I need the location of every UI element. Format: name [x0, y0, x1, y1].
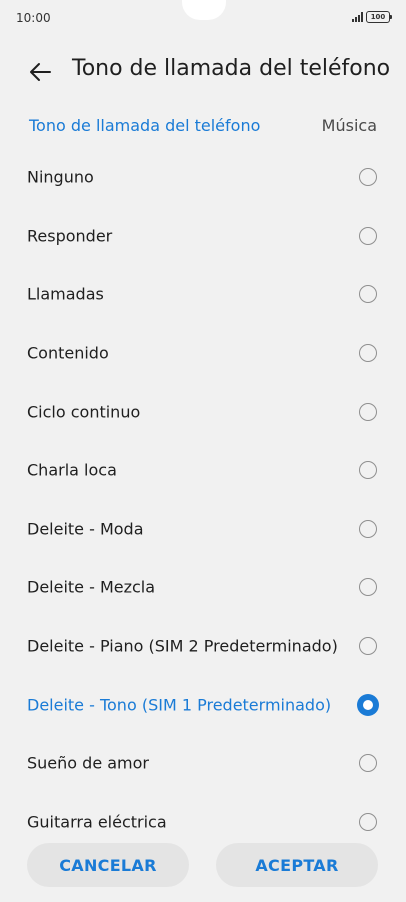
- radio-unselected-icon[interactable]: [359, 402, 377, 421]
- ringtone-item[interactable]: Llamadas: [0, 265, 406, 324]
- ringtone-item[interactable]: Deleite - Mezcla: [0, 558, 406, 617]
- ringtone-item[interactable]: Deleite - Piano (SIM 2 Predeterminado): [0, 617, 406, 676]
- ringtone-label: Ciclo continuo: [27, 402, 141, 422]
- ringtone-item[interactable]: Contenido: [0, 324, 406, 383]
- ringtone-label: Ninguno: [27, 167, 94, 187]
- ringtone-item[interactable]: Sueño de amor: [0, 734, 406, 793]
- page-title: Tono de llamada del teléfono: [72, 56, 391, 81]
- radio-unselected-icon[interactable]: [359, 578, 377, 597]
- ringtone-label: Deleite - Piano (SIM 2 Predeterminado): [27, 636, 338, 656]
- radio-unselected-icon[interactable]: [359, 226, 377, 245]
- camera-notch: [182, 0, 226, 20]
- radio-unselected-icon[interactable]: [359, 637, 377, 656]
- battery-icon: 100: [366, 11, 392, 23]
- arrow-left-icon: [30, 63, 51, 81]
- cancel-button[interactable]: CANCELAR: [27, 843, 189, 887]
- radio-unselected-icon[interactable]: [359, 519, 377, 538]
- status-icons: 100: [352, 11, 392, 23]
- ringtone-item[interactable]: Deleite - Moda: [0, 500, 406, 559]
- status-time: 10:00: [16, 11, 51, 25]
- signal-icon: [352, 12, 363, 22]
- ringtone-label: Contenido: [27, 343, 109, 363]
- status-bar: 10:00 100: [0, 0, 406, 36]
- tab-phone-ringtone[interactable]: Tono de llamada del teléfono: [29, 116, 260, 135]
- ringtone-item[interactable]: Charla loca: [0, 441, 406, 500]
- accept-button[interactable]: ACEPTAR: [216, 843, 378, 887]
- app-header: Tono de llamada del teléfono: [0, 50, 406, 94]
- radio-unselected-icon[interactable]: [359, 344, 377, 363]
- ringtone-list: Ninguno Responder Llamadas Contenido Ciclo c…: [0, 148, 406, 851]
- ringtone-item[interactable]: Deleite - Tono (SIM 1 Predeterminado): [0, 675, 406, 734]
- back-button[interactable]: [24, 58, 56, 86]
- tab-music[interactable]: Música: [322, 116, 377, 135]
- ringtone-label: Sueño de amor: [27, 753, 149, 773]
- ringtone-label: Responder: [27, 226, 113, 246]
- ringtone-item[interactable]: Ciclo continuo: [0, 382, 406, 441]
- radio-unselected-icon[interactable]: [359, 285, 377, 304]
- radio-selected-icon[interactable]: [357, 693, 379, 716]
- radio-unselected-icon[interactable]: [359, 754, 377, 773]
- ringtone-label: Deleite - Moda: [27, 519, 144, 539]
- screen: 10:00 100 Tono de llamada del teléfono T…: [0, 0, 406, 902]
- ringtone-label: Guitarra eléctrica: [27, 812, 167, 832]
- radio-unselected-icon[interactable]: [359, 168, 377, 187]
- button-bar: CANCELAR ACEPTAR: [0, 843, 406, 889]
- ringtone-item[interactable]: Ninguno: [0, 148, 406, 207]
- tab-bar: Tono de llamada del teléfono Música: [0, 112, 406, 142]
- ringtone-label: Deleite - Mezcla: [27, 577, 156, 597]
- radio-unselected-icon[interactable]: [359, 812, 377, 831]
- ringtone-label: Deleite - Tono (SIM 1 Predeterminado): [27, 695, 332, 715]
- ringtone-label: Charla loca: [27, 460, 117, 480]
- ringtone-item[interactable]: Responder: [0, 207, 406, 266]
- radio-unselected-icon[interactable]: [359, 461, 377, 480]
- ringtone-label: Llamadas: [27, 284, 104, 304]
